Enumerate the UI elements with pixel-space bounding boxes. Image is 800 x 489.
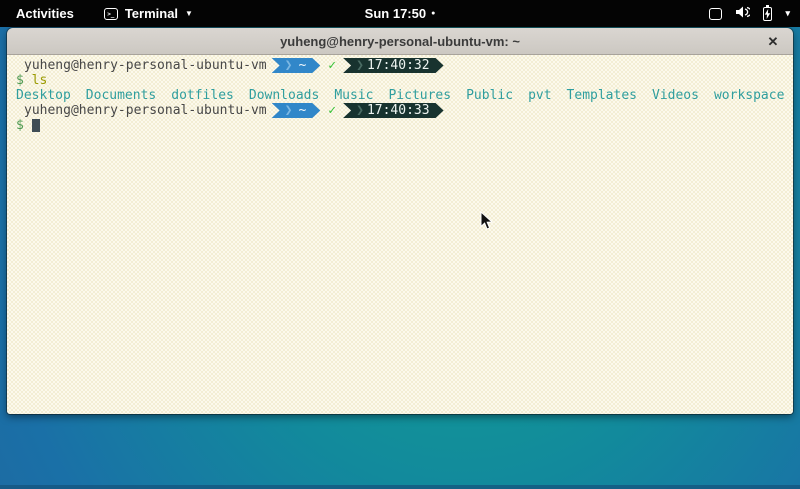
powerline-separator-icon: ❯ (285, 58, 293, 73)
current-command-line: $ (16, 118, 793, 133)
directory-name: Public (466, 88, 513, 103)
terminal-window: yuheng@henry-personal-ubuntu-vm: ~ ✕ yuh… (7, 28, 793, 414)
volume-icon (735, 5, 750, 22)
directory-name: Music (334, 88, 373, 103)
prompt-cwd-segment: ❯ ~ (272, 58, 321, 73)
window-titlebar[interactable]: yuheng@henry-personal-ubuntu-vm: ~ ✕ (7, 28, 793, 55)
prompt-time-segment: ❯ 17:40:32 (343, 58, 443, 73)
prompt-cwd-segment: ❯ ~ (272, 103, 321, 118)
screen-icon (709, 8, 722, 20)
notification-dot-icon: ● (431, 10, 435, 17)
clock-button[interactable]: Sun 17:50 ● (365, 0, 436, 27)
desktop: Activities >_ Terminal ▼ Sun 17:50 ● (0, 0, 800, 489)
powerline-separator-icon: ❯ (356, 103, 364, 118)
clock-label: Sun 17:50 (365, 6, 426, 21)
directory-name: Templates (567, 88, 637, 103)
directory-name: Desktop (16, 88, 71, 103)
prompt-user-host: yuheng@henry-personal-ubuntu-vm (24, 58, 267, 73)
powerline-separator-icon: ❯ (285, 103, 293, 118)
close-icon[interactable]: ✕ (762, 28, 784, 55)
check-icon: ✓ (328, 103, 336, 118)
directory-name: Documents (86, 88, 156, 103)
chevron-down-icon: ▾ (785, 9, 790, 18)
directory-name: Videos (652, 88, 699, 103)
prompt-user-host: yuheng@henry-personal-ubuntu-vm (24, 103, 267, 118)
directory-name: Pictures (388, 88, 451, 103)
directory-name: workspace (714, 88, 784, 103)
ls-output-line: Desktop Documents dotfiles Downloads Music Pi… (16, 88, 793, 103)
window-title: yuheng@henry-personal-ubuntu-vm: ~ (280, 34, 520, 49)
check-icon: ✓ (328, 58, 336, 73)
prompt-line: yuheng@henry-personal-ubuntu-vm ❯ ~ ✓ ❯ … (16, 58, 793, 73)
directory-name: dotfiles (171, 88, 234, 103)
directory-name: Downloads (249, 88, 319, 103)
prompt-cwd: ~ (298, 103, 306, 118)
powerline-separator-icon: ❯ (356, 58, 364, 73)
app-menu-label: Terminal (125, 6, 178, 21)
system-tray-menu[interactable]: ▾ (709, 0, 790, 27)
shell-prompt-symbol: $ (16, 118, 24, 133)
prompt-line: yuheng@henry-personal-ubuntu-vm ❯ ~ ✓ ❯ … (16, 103, 793, 118)
terminal-content-area[interactable]: yuheng@henry-personal-ubuntu-vm ❯ ~ ✓ ❯ … (7, 55, 793, 414)
command-line: $ ls (16, 73, 793, 88)
text-cursor (32, 119, 40, 132)
battery-charging-icon (763, 7, 772, 21)
typed-command: ls (32, 73, 48, 88)
prompt-time: 17:40:32 (367, 58, 430, 73)
prompt-time-segment: ❯ 17:40:33 (343, 103, 443, 118)
terminal-app-icon: >_ (104, 8, 118, 20)
chevron-down-icon: ▼ (185, 10, 193, 18)
app-menu-terminal[interactable]: >_ Terminal ▼ (104, 6, 193, 21)
prompt-time: 17:40:33 (367, 103, 430, 118)
top-bar: Activities >_ Terminal ▼ Sun 17:50 ● (0, 0, 800, 27)
activities-button[interactable]: Activities (10, 4, 80, 23)
directory-name: pvt (528, 88, 551, 103)
desktop-bottom-edge (0, 485, 800, 489)
shell-prompt-symbol: $ (16, 73, 24, 88)
prompt-cwd: ~ (298, 58, 306, 73)
